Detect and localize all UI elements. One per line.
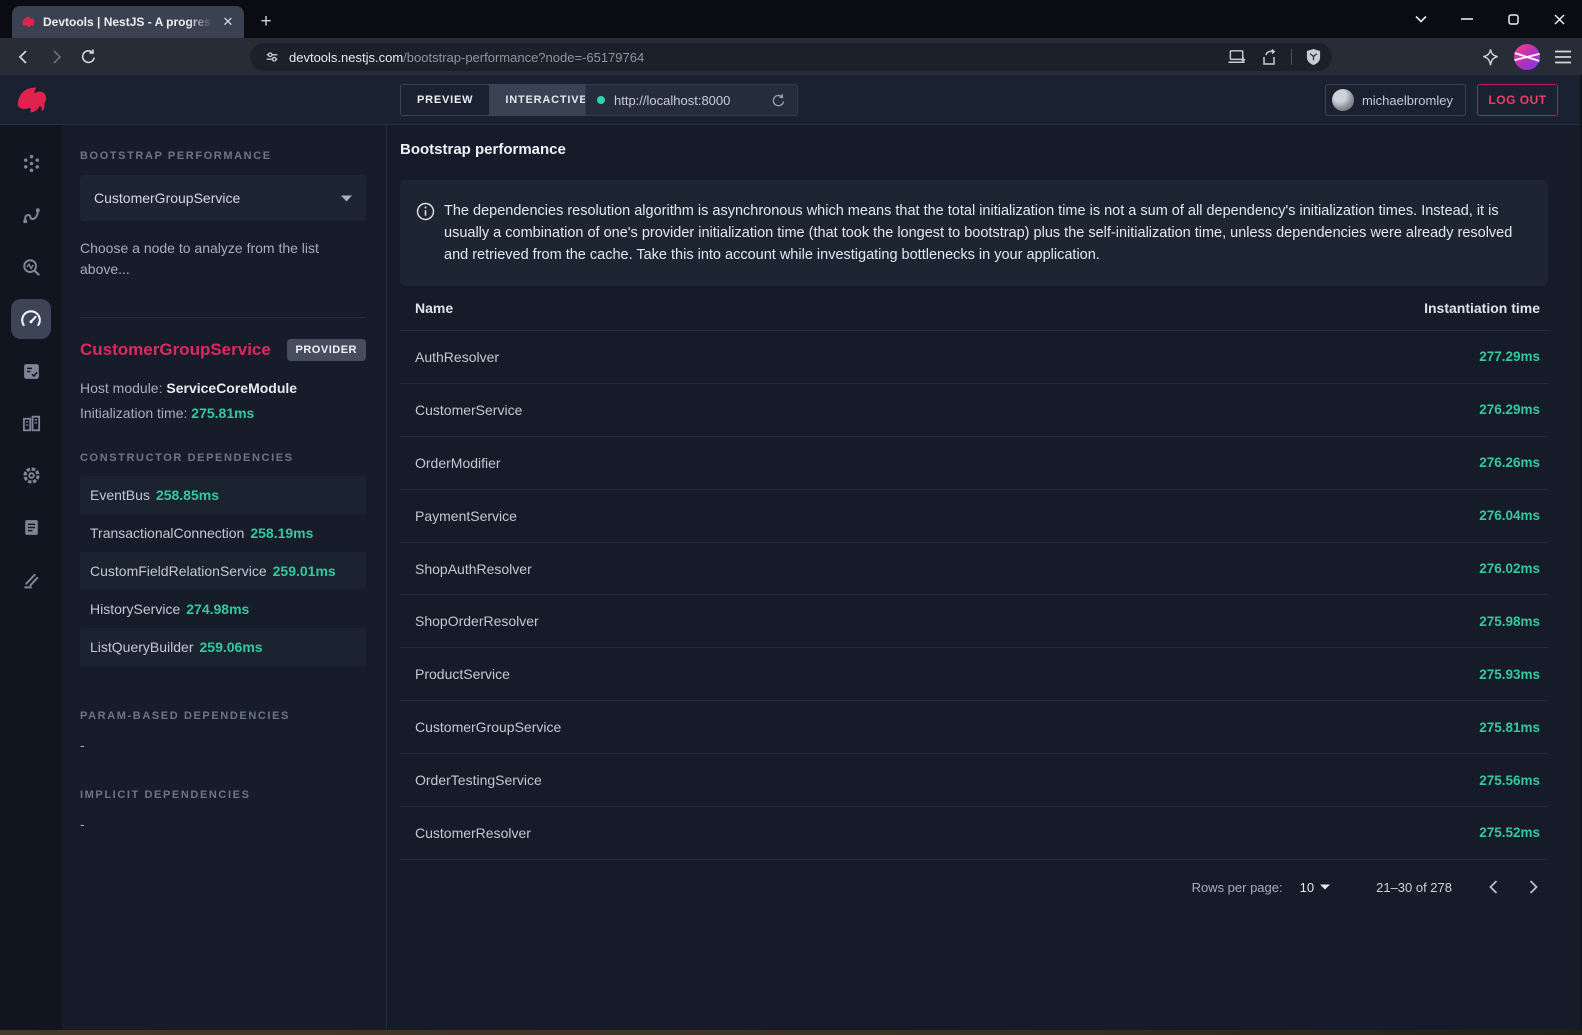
list-item[interactable]: TransactionalConnection258.19ms [80,514,366,552]
host-module-row: Host module: ServiceCoreModule [80,380,366,396]
rows-per-page-label: Rows per page: [1192,880,1283,895]
share-icon[interactable] [1260,49,1278,66]
browser-tab-bar: Devtools | NestJS - A progressive ✕ + [0,0,1582,38]
column-name: Name [415,300,453,316]
rows-per-page-select[interactable]: 10 [1300,880,1330,895]
user-pill[interactable]: michaelbromley [1325,84,1466,116]
main-content: Bootstrap performance The dependencies r… [387,125,1582,1030]
user-avatar [1332,89,1354,111]
param-deps-title: PARAM-BASED DEPENDENCIES [80,710,366,722]
sidebar-item-graph[interactable] [11,143,51,183]
implicit-deps-title: IMPLICIT DEPENDENCIES [80,789,366,801]
tab-search-chevron-icon[interactable] [1398,0,1444,38]
reload-icon[interactable] [72,42,104,72]
list-item[interactable]: ListQueryBuilder259.06ms [80,628,366,666]
mode-toggle: PREVIEW INTERACTIVE [400,84,604,116]
node-select[interactable]: CustomerGroupService [80,175,366,221]
sidebar-item-tools[interactable] [11,559,51,599]
sidebar-item-settings[interactable] [11,455,51,495]
forward-icon[interactable] [40,42,72,72]
table-row: ShopOrderResolver275.98ms [400,595,1548,648]
list-item[interactable]: CustomFieldRelationService259.01ms [80,552,366,590]
sidebar-item-audit[interactable] [11,351,51,391]
sidebar-item-insights[interactable] [11,247,51,287]
divider [80,317,366,318]
table-row: PaymentService276.04ms [400,490,1548,543]
target-url-box[interactable]: http://localhost:8000 [585,84,798,116]
constructor-deps-list: EventBus258.85ms TransactionalConnection… [80,476,366,666]
table-row: OrderModifier276.26ms [400,437,1548,490]
chevron-down-icon [341,195,352,202]
table-row: OrderTestingService275.56ms [400,754,1548,807]
refresh-icon[interactable] [771,93,786,108]
table-row: CustomerResolver275.52ms [400,807,1548,860]
list-item[interactable]: HistoryService274.98ms [80,590,366,628]
init-time-value: 275.81ms [191,405,254,421]
url-host: devtools.nestjs.com [289,50,403,65]
preview-button[interactable]: PREVIEW [401,85,489,115]
brave-shield-icon[interactable] [1305,48,1322,66]
bootstrap-panel: BOOTSTRAP PERFORMANCE CustomerGroupServi… [62,125,387,1030]
desktop-edge [0,1030,1582,1035]
maximize-button[interactable] [1490,0,1536,38]
url-bar[interactable]: devtools.nestjs.com/bootstrap-performanc… [250,43,1332,71]
node-select-hint: Choose a node to analyze from the list a… [80,238,330,280]
page-title: Bootstrap performance [400,141,1548,158]
table-row: CustomerGroupService275.81ms [400,701,1548,754]
url-path: /bootstrap-performance?node=-65179764 [403,50,644,65]
browser-profile-avatar[interactable] [1514,44,1540,70]
close-tab-icon[interactable]: ✕ [220,14,236,30]
back-icon[interactable] [8,42,40,72]
info-icon [416,202,435,266]
pagination: Rows per page: 10 21–30 of 278 [400,860,1548,915]
selected-node-name: CustomerGroupService [80,340,271,360]
provider-badge: PROVIDER [287,339,366,361]
constructor-deps-title: CONSTRUCTOR DEPENDENCIES [80,452,366,464]
chevron-down-icon [1320,884,1330,890]
browser-tab[interactable]: Devtools | NestJS - A progressive ✕ [12,6,244,38]
table-row: ProductService275.93ms [400,648,1548,701]
table-header: Name Instantiation time [400,286,1548,331]
username: michaelbromley [1362,93,1453,108]
new-tab-button[interactable]: + [254,10,278,34]
target-url: http://localhost:8000 [614,93,762,108]
tab-title: Devtools | NestJS - A progressive [43,15,213,29]
logout-button[interactable]: LOG OUT [1477,84,1558,116]
sidebar-item-bootstrap-performance[interactable] [11,299,51,339]
sparkle-icon[interactable] [1481,48,1500,67]
nestjs-logo-icon[interactable] [0,75,62,125]
minimize-button[interactable] [1444,0,1490,38]
divider [1291,49,1292,65]
next-page-icon[interactable] [1518,872,1548,902]
sidebar-item-modules[interactable] [11,403,51,443]
table-row: ShopAuthResolver276.02ms [400,543,1548,596]
icon-rail [0,125,62,1030]
panel-section-title: BOOTSTRAP PERFORMANCE [80,150,366,162]
close-window-button[interactable] [1536,0,1582,38]
menu-icon[interactable] [1554,50,1572,64]
previous-page-icon[interactable] [1478,872,1508,902]
browser-window: Devtools | NestJS - A progressive ✕ + [0,0,1582,1035]
column-instantiation-time: Instantiation time [1424,300,1540,316]
status-dot [597,96,605,104]
sidebar-item-routes[interactable] [11,195,51,235]
info-banner: The dependencies resolution algorithm is… [400,180,1548,286]
site-settings-icon[interactable] [264,49,280,65]
node-select-value: CustomerGroupService [94,190,240,206]
param-deps-value: - [80,737,366,753]
init-time-row: Initialization time: 275.81ms [80,405,366,421]
table-row: CustomerService276.29ms [400,384,1548,437]
sidebar-item-docs[interactable] [11,507,51,547]
browser-toolbar: devtools.nestjs.com/bootstrap-performanc… [0,38,1582,75]
info-text: The dependencies resolution algorithm is… [444,200,1522,266]
table-row: AuthResolver277.29ms [400,331,1548,384]
pagination-range: 21–30 of 278 [1376,880,1452,895]
implicit-deps-value: - [80,816,366,832]
app-header: PREVIEW INTERACTIVE http://localhost:800… [0,75,1582,125]
list-item[interactable]: EventBus258.85ms [80,476,366,514]
nestjs-favicon-icon [20,14,36,30]
send-to-device-icon[interactable] [1228,49,1247,65]
host-module-value: ServiceCoreModule [166,380,297,396]
